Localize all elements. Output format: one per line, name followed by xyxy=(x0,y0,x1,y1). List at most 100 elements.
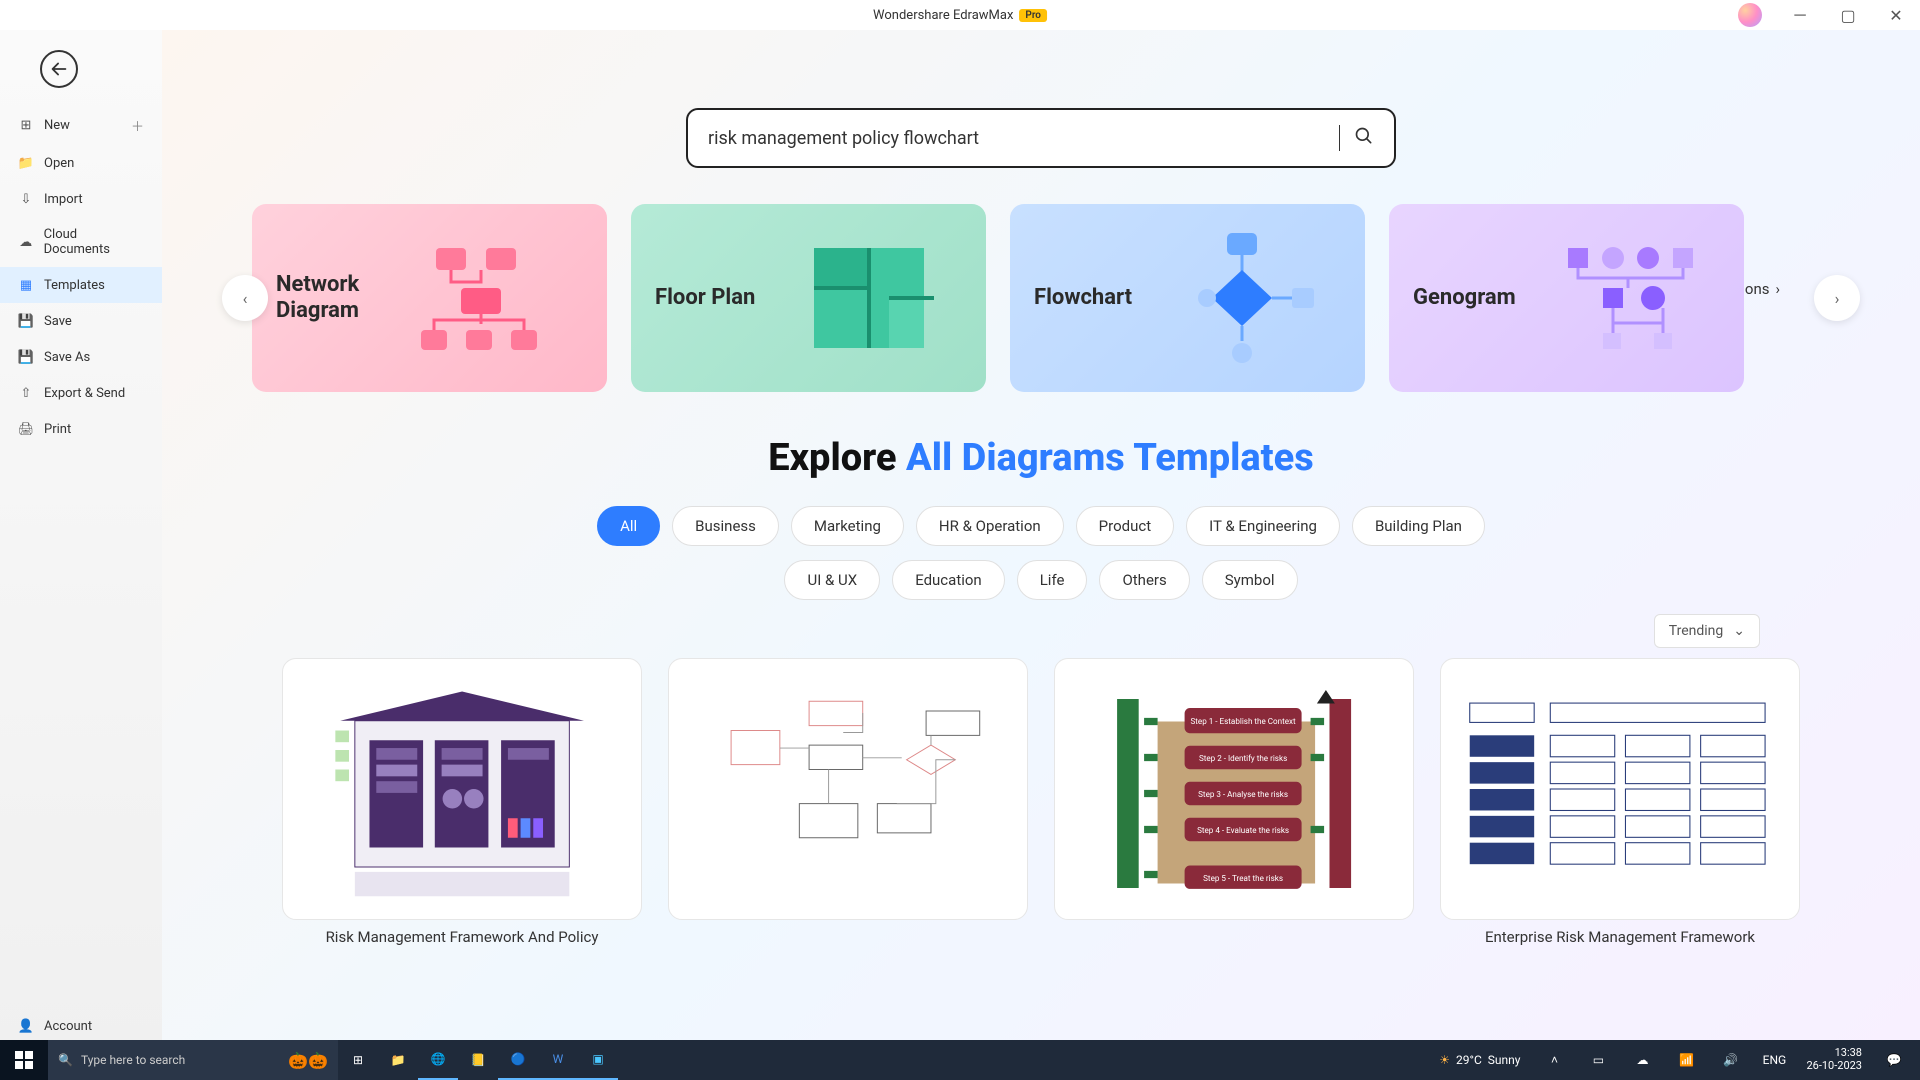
sidebar-item-label: Export & Send xyxy=(44,386,125,401)
svg-text:Step 2 - Identify the risks: Step 2 - Identify the risks xyxy=(1199,753,1287,763)
collection-card-flowchart[interactable]: Flowchart xyxy=(1010,204,1365,392)
collection-label: Genogram xyxy=(1413,285,1516,311)
carousel-prev[interactable]: ‹ xyxy=(222,275,268,321)
chip-life[interactable]: Life xyxy=(1017,560,1088,600)
svg-text:Step 4 - Evaluate the risks: Step 4 - Evaluate the risks xyxy=(1197,825,1289,835)
template-thumbnail[interactable] xyxy=(668,658,1028,920)
explore-prefix: Explore xyxy=(768,436,906,480)
sidebar-item-label: Account xyxy=(44,1019,92,1034)
collection-label: Flowchart xyxy=(1034,285,1132,311)
chip-all[interactable]: All xyxy=(597,506,660,546)
chip-marketing[interactable]: Marketing xyxy=(791,506,904,546)
chip-hr[interactable]: HR & Operation xyxy=(916,506,1064,546)
taskbar-search[interactable]: 🔍 Type here to search 🎃🎃 xyxy=(48,1040,338,1080)
app-body: ⊞ New ＋ 📁 Open ⇩ Import ☁ Cloud Document… xyxy=(0,30,1920,1080)
search-input[interactable] xyxy=(708,128,1325,149)
wifi-icon[interactable]: 📶 xyxy=(1666,1040,1706,1080)
chrome-icon[interactable]: 🔵 xyxy=(498,1040,538,1080)
start-button[interactable] xyxy=(0,1040,48,1080)
import-icon: ⇩ xyxy=(18,191,34,207)
sidebar-item-export[interactable]: ⇧ Export & Send xyxy=(0,375,162,411)
search-icon: 🔍 xyxy=(58,1053,73,1067)
template-thumbnail[interactable] xyxy=(1440,658,1800,920)
pro-badge: Pro xyxy=(1019,9,1047,22)
template-thumbnail[interactable]: Step 1 - Establish the ContextStep 2 - I… xyxy=(1054,658,1414,920)
template-thumbnail[interactable] xyxy=(282,658,642,920)
word-icon[interactable]: W xyxy=(538,1040,578,1080)
taskbar-clock[interactable]: 13:38 26-10-2023 xyxy=(1806,1047,1862,1072)
volume-icon[interactable]: 🔊 xyxy=(1710,1040,1750,1080)
arrow-left-icon xyxy=(48,58,70,80)
chip-building[interactable]: Building Plan xyxy=(1352,506,1485,546)
weather-widget[interactable]: ☀ 29°C Sunny xyxy=(1439,1053,1520,1067)
sidebar-item-open[interactable]: 📁 Open xyxy=(0,145,162,181)
sidebar-item-save[interactable]: 💾 Save xyxy=(0,303,162,339)
user-icon: 👤 xyxy=(18,1018,34,1034)
template-card xyxy=(668,658,1028,946)
sun-icon: ☀ xyxy=(1439,1053,1450,1067)
chip-symbol[interactable]: Symbol xyxy=(1202,560,1298,600)
floor-plan-icon xyxy=(775,238,962,358)
chip-it[interactable]: IT & Engineering xyxy=(1186,506,1340,546)
network-diagram-icon xyxy=(379,238,583,358)
sidebar-item-new[interactable]: ⊞ New ＋ xyxy=(0,106,162,145)
onedrive-icon[interactable]: ☁ xyxy=(1622,1040,1662,1080)
task-view-icon[interactable]: ⊞ xyxy=(338,1040,378,1080)
collection-card-network[interactable]: Network Diagram xyxy=(252,204,607,392)
sort-dropdown[interactable]: Trending ⌄ xyxy=(1654,614,1760,648)
pumpkin-icon: 🎃🎃 xyxy=(288,1051,328,1070)
sidebar-item-import[interactable]: ⇩ Import xyxy=(0,181,162,217)
windows-icon xyxy=(15,1051,33,1069)
edrawmax-icon[interactable]: ▣ xyxy=(578,1040,618,1080)
search-icon[interactable] xyxy=(1354,126,1374,150)
chip-business[interactable]: Business xyxy=(672,506,779,546)
tray-chevron-icon[interactable]: ˄ xyxy=(1534,1040,1574,1080)
file-explorer-icon[interactable]: 📁 xyxy=(378,1040,418,1080)
sidebar-item-cloud[interactable]: ☁ Cloud Documents xyxy=(0,217,162,267)
carousel-next[interactable]: › xyxy=(1814,275,1860,321)
chip-education[interactable]: Education xyxy=(892,560,1005,600)
close-button[interactable]: ✕ xyxy=(1876,0,1916,30)
chip-others[interactable]: Others xyxy=(1099,560,1189,600)
chip-product[interactable]: Product xyxy=(1076,506,1174,546)
collections-carousel: ‹ Network Diagram Floor Plan Flowchart xyxy=(222,204,1860,392)
category-chips-row1: All Business Marketing HR & Operation Pr… xyxy=(222,506,1860,546)
folder-icon: 📁 xyxy=(18,155,34,171)
maximize-button[interactable]: ▢ xyxy=(1828,0,1868,30)
sidebar-item-saveas[interactable]: 💾 Save As xyxy=(0,339,162,375)
collection-card-floorplan[interactable]: Floor Plan xyxy=(631,204,986,392)
chevron-down-icon: ⌄ xyxy=(1733,623,1745,639)
collection-label: Network Diagram xyxy=(276,272,359,325)
edge-icon[interactable]: 🌐 xyxy=(418,1040,458,1080)
clock-date: 26-10-2023 xyxy=(1806,1060,1862,1073)
back-button[interactable] xyxy=(40,50,78,88)
sticky-notes-icon[interactable]: 📒 xyxy=(458,1040,498,1080)
sidebar-item-label: Import xyxy=(44,192,83,207)
sort-row: Trending ⌄ xyxy=(222,614,1760,648)
cloud-icon: ☁ xyxy=(18,234,34,250)
taskbar-search-placeholder: Type here to search xyxy=(81,1053,185,1067)
sidebar-spacer xyxy=(0,447,162,1008)
titlebar: Wondershare EdrawMax Pro ─ ▢ ✕ xyxy=(0,0,1920,30)
minimize-button[interactable]: ─ xyxy=(1780,0,1820,30)
language-indicator[interactable]: ENG xyxy=(1754,1040,1794,1080)
meet-now-icon[interactable]: ▭ xyxy=(1578,1040,1618,1080)
template-title: Risk Management Framework And Policy xyxy=(282,928,642,946)
sidebar-item-templates[interactable]: ▦ Templates xyxy=(0,267,162,303)
sidebar-item-label: Cloud Documents xyxy=(44,227,144,257)
sidebar-item-print[interactable]: 🖨 Print xyxy=(0,411,162,447)
search-box xyxy=(686,108,1396,168)
avatar[interactable] xyxy=(1738,3,1762,27)
templates-icon: ▦ xyxy=(18,277,34,293)
explore-heading: Explore All Diagrams Templates xyxy=(222,436,1860,480)
sidebar-item-account[interactable]: 👤 Account xyxy=(0,1008,162,1044)
sidebar-item-label: Templates xyxy=(44,278,105,293)
sidebar-item-label: Save As xyxy=(44,350,90,365)
category-chips-row2: UI & UX Education Life Others Symbol xyxy=(222,560,1860,600)
chip-uiux[interactable]: UI & UX xyxy=(784,560,880,600)
taskbar: 🔍 Type here to search 🎃🎃 ⊞ 📁 🌐 📒 🔵 W ▣ ☀… xyxy=(0,1040,1920,1080)
collection-card-genogram[interactable]: Genogram xyxy=(1389,204,1744,392)
maximize-icon: ▢ xyxy=(1840,6,1855,25)
svg-text:Step 5 - Treat the risks: Step 5 - Treat the risks xyxy=(1203,873,1283,883)
notifications-icon[interactable]: 💬 xyxy=(1874,1040,1914,1080)
